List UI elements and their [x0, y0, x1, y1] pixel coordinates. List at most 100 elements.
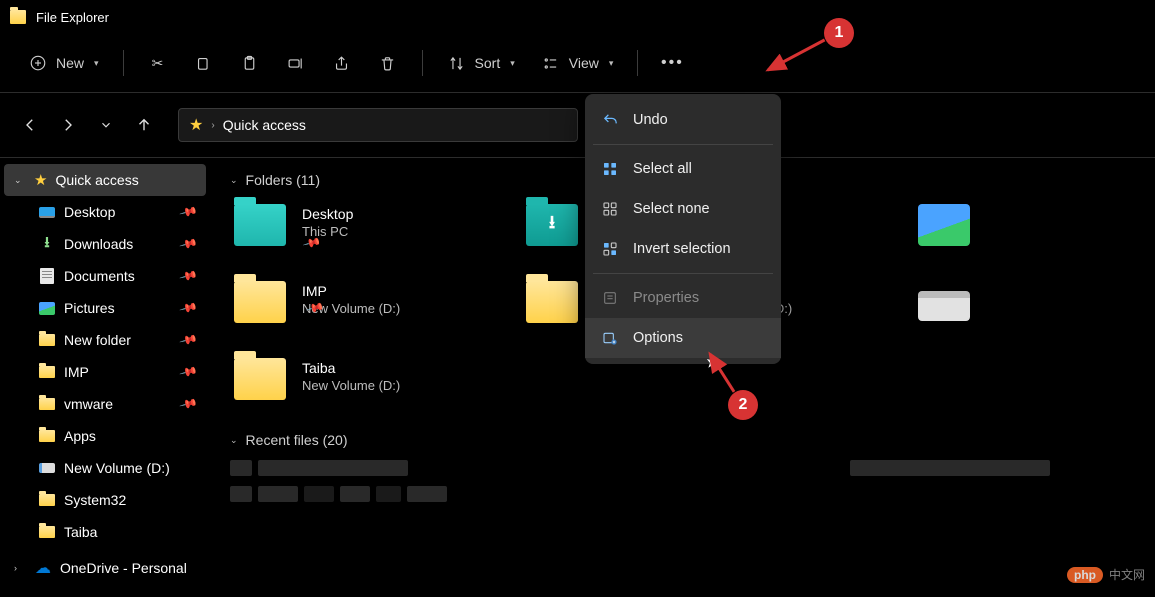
- sidebar-onedrive[interactable]: › ☁ OneDrive - Personal: [0, 552, 210, 584]
- rename-button[interactable]: [276, 45, 316, 81]
- sidebar-item-documents[interactable]: Documents📌: [0, 260, 210, 292]
- star-icon: ★: [189, 115, 203, 135]
- sidebar-item-label: vmware: [64, 396, 113, 412]
- recent-file-row: [230, 486, 1135, 502]
- drive-icon: [38, 459, 56, 477]
- view-button[interactable]: View ▾: [531, 45, 624, 81]
- window-title: File Explorer: [36, 10, 109, 25]
- folder-item-vmware[interactable]: vmware: [522, 277, 582, 340]
- scissors-icon: ✂: [148, 53, 168, 73]
- sidebar-item-system32[interactable]: System32: [0, 484, 210, 516]
- sidebar-item-label: New folder: [64, 332, 131, 348]
- sidebar-item-pictures[interactable]: Pictures 📌: [0, 292, 210, 324]
- ctx-options[interactable]: Options: [585, 318, 781, 358]
- sidebar-item-new-volume-d-[interactable]: New Volume (D:): [0, 452, 210, 484]
- sidebar-item-desktop[interactable]: Desktop📌: [0, 196, 210, 228]
- sort-button[interactable]: Sort ▾: [437, 45, 525, 81]
- properties-icon: [601, 289, 619, 307]
- sidebar-item-taiba[interactable]: Taiba: [0, 516, 210, 548]
- up-button[interactable]: [132, 113, 156, 137]
- view-icon: [541, 53, 561, 73]
- new-button[interactable]: New ▾: [18, 45, 109, 81]
- folder-item-new-volume-d-[interactable]: New Volume (D:): [914, 277, 974, 340]
- more-button[interactable]: •••: [652, 45, 692, 81]
- breadcrumb-root[interactable]: Quick access: [223, 117, 306, 133]
- sidebar-item-apps[interactable]: Apps: [0, 420, 210, 452]
- doc-icon: [38, 267, 56, 285]
- folder-item-imp[interactable]: IMPNew Volume (D:)📌: [230, 277, 482, 340]
- chevron-down-icon: ▾: [609, 58, 614, 69]
- folder-item-pictures[interactable]: Pictures: [914, 200, 974, 263]
- recent-locations-button[interactable]: [94, 113, 118, 137]
- sidebar-item-label: IMP: [64, 364, 89, 380]
- sidebar-item-new-folder[interactable]: New folder 📌: [0, 324, 210, 356]
- undo-icon: [601, 111, 619, 129]
- copy-button[interactable]: [184, 45, 224, 81]
- chevron-right-icon: ›: [14, 563, 26, 573]
- sort-icon: [447, 53, 467, 73]
- folder-icon: [38, 427, 56, 445]
- cut-button[interactable]: ✂: [138, 45, 178, 81]
- sidebar-item-vmware[interactable]: vmware 📌: [0, 388, 210, 420]
- title-bar: File Explorer: [0, 0, 1155, 34]
- options-icon: [601, 329, 619, 347]
- desktop-icon: [38, 203, 56, 221]
- ellipsis-icon: •••: [662, 53, 682, 73]
- forward-button[interactable]: [56, 113, 80, 137]
- nav-bar: ★ › Quick access: [0, 93, 1155, 157]
- folder-item-sub: New Volume (D:): [302, 378, 400, 393]
- sort-label: Sort: [475, 55, 501, 71]
- new-label: New: [56, 55, 84, 71]
- delete-button[interactable]: [368, 45, 408, 81]
- sidebar-onedrive-label: OneDrive - Personal: [60, 560, 187, 576]
- pin-icon: 📌: [179, 202, 199, 222]
- separator: [637, 50, 638, 76]
- folder-icon: [38, 331, 56, 349]
- sidebar-item-label: System32: [64, 492, 126, 508]
- select-all-icon: [601, 160, 619, 178]
- ctx-undo[interactable]: Undo: [585, 100, 781, 140]
- pin-icon: 📌: [179, 362, 199, 382]
- star-icon: ★: [34, 171, 47, 189]
- address-bar[interactable]: ★ › Quick access: [178, 108, 578, 142]
- pin-icon: 📌: [179, 394, 199, 414]
- folder-item-downloads[interactable]: ⭳Downloads: [522, 200, 582, 263]
- recent-header-label: Recent files (20): [246, 432, 348, 448]
- recent-header[interactable]: ⌄ Recent files (20): [230, 432, 1135, 448]
- folder-icon: [38, 363, 56, 381]
- ctx-invert-label: Invert selection: [633, 241, 731, 257]
- main-area: ⌄ ★ Quick access Desktop📌⭳Downloads📌Docu…: [0, 158, 1155, 597]
- paste-button[interactable]: [230, 45, 270, 81]
- menu-separator: [593, 273, 773, 274]
- folder-item-name: IMP: [302, 283, 400, 299]
- ctx-properties: Properties: [585, 278, 781, 318]
- folder-item-taiba[interactable]: Taiba New Volume (D:): [230, 354, 482, 404]
- sidebar-item-label: Taiba: [64, 524, 97, 540]
- chevron-right-icon: ›: [211, 120, 214, 131]
- pic-icon: [38, 299, 56, 317]
- chevron-down-icon: ▾: [510, 58, 515, 69]
- chevron-down-icon: ⌄: [230, 435, 238, 446]
- pin-icon: 📌: [179, 298, 199, 318]
- ctx-select-all[interactable]: Select all: [585, 149, 781, 189]
- pin-icon: 📌: [179, 330, 199, 350]
- folder-icon: [38, 395, 56, 413]
- chevron-down-icon: ⌄: [230, 175, 238, 186]
- folder-item-name: Desktop: [302, 206, 353, 222]
- rename-icon: [286, 53, 306, 73]
- sidebar-quick-access[interactable]: ⌄ ★ Quick access: [4, 164, 206, 196]
- pin-icon: 📌: [179, 266, 199, 286]
- back-button[interactable]: [18, 113, 42, 137]
- ctx-invert-selection[interactable]: Invert selection: [585, 229, 781, 269]
- sidebar-item-imp[interactable]: IMP 📌: [0, 356, 210, 388]
- ctx-select-none-label: Select none: [633, 201, 710, 217]
- sidebar-item-downloads[interactable]: ⭳Downloads📌: [0, 228, 210, 260]
- folder-item-name: Taiba: [302, 360, 400, 376]
- folder-item-desktop[interactable]: DesktopThis PC📌: [230, 200, 482, 263]
- share-button[interactable]: [322, 45, 362, 81]
- ctx-select-none[interactable]: Select none: [585, 189, 781, 229]
- paste-icon: [240, 53, 260, 73]
- toolbar: New ▾ ✂ Sort ▾ View ▾ •••: [0, 34, 1155, 92]
- ctx-properties-label: Properties: [633, 290, 699, 306]
- sidebar-item-label: Pictures: [64, 300, 115, 316]
